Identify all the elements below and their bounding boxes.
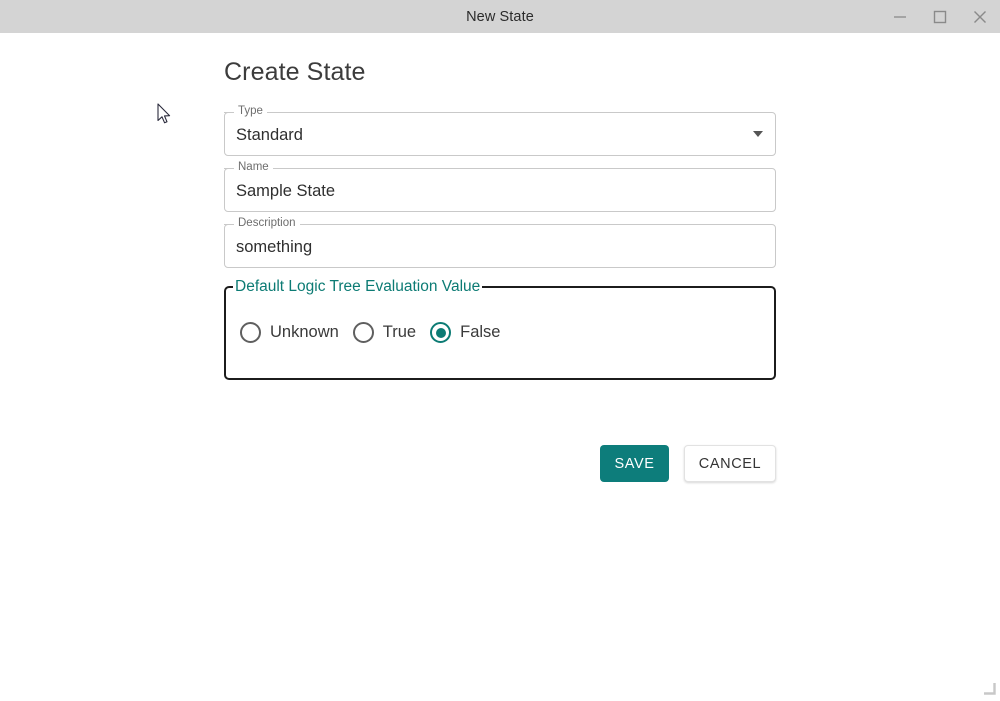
radio-group-legend: Default Logic Tree Evaluation Value	[233, 278, 483, 296]
name-label: Name	[234, 161, 273, 174]
radio-options-row: Unknown True False	[240, 322, 500, 343]
type-select[interactable]: Type Standard	[224, 105, 776, 156]
type-label: Type	[234, 105, 267, 118]
radio-false-dot	[435, 327, 446, 338]
mouse-cursor	[157, 103, 173, 127]
type-value: Standard	[236, 126, 303, 144]
description-field[interactable]: Description something	[224, 217, 776, 268]
chevron-down-icon[interactable]	[753, 131, 763, 137]
radio-false-icon	[430, 322, 452, 343]
description-notch	[224, 224, 233, 225]
window-controls	[880, 0, 1000, 33]
radio-option-unknown[interactable]: Unknown	[240, 322, 339, 343]
type-notch	[224, 112, 233, 113]
maximize-icon	[933, 10, 947, 24]
name-notch	[224, 168, 233, 169]
page-title: Create State	[224, 58, 366, 86]
minimize-icon	[893, 10, 907, 24]
resize-grip[interactable]	[983, 682, 997, 696]
window-titlebar: New State	[0, 0, 1000, 33]
default-logic-tree-evaluation-value-group: Default Logic Tree Evaluation Value Unkn…	[224, 278, 776, 380]
description-label: Description	[234, 217, 300, 230]
minimize-button[interactable]	[880, 0, 920, 33]
radio-option-unknown-label: Unknown	[270, 323, 339, 341]
dialog-actions: SAVE CANCEL	[224, 445, 776, 482]
radio-option-true-label: True	[382, 323, 417, 341]
save-button[interactable]: SAVE	[600, 445, 669, 482]
description-input[interactable]: something	[236, 224, 312, 268]
radio-option-true[interactable]: True	[352, 322, 417, 343]
name-field[interactable]: Name Sample State	[224, 161, 776, 212]
radio-option-false-label: False	[460, 323, 501, 341]
radio-option-false[interactable]: False	[430, 322, 500, 343]
close-button[interactable]	[960, 0, 1000, 33]
radio-true-icon	[352, 322, 374, 343]
maximize-button[interactable]	[920, 0, 960, 33]
name-input[interactable]: Sample State	[236, 168, 335, 212]
close-icon	[972, 9, 988, 25]
create-state-form: Type Standard Name Sample State Descript…	[224, 105, 776, 380]
radio-unknown-icon	[240, 322, 261, 343]
cancel-button[interactable]: CANCEL	[684, 445, 776, 482]
window-title: New State	[466, 8, 534, 25]
type-select-outline	[224, 112, 776, 156]
